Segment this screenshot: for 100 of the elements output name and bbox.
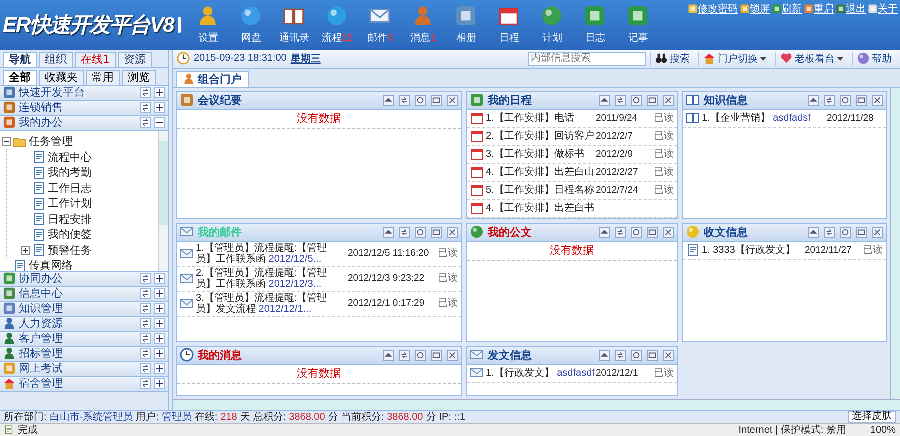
maximize-button[interactable]: [856, 94, 867, 106]
item-title[interactable]: 1.【工作安排】电话: [486, 112, 594, 124]
maximize-button[interactable]: [647, 94, 658, 106]
tree-item[interactable]: 日程安排: [48, 212, 92, 226]
accordion-header[interactable]: 网上考试: [0, 362, 168, 377]
swap-button[interactable]: [140, 363, 151, 374]
item-title[interactable]: 5.【工作安排】日程名称: [486, 184, 594, 196]
section-title[interactable]: 知识管理: [19, 301, 137, 316]
header-link[interactable]: 重启: [804, 2, 834, 16]
item-title[interactable]: 4.【工作安排】出差白山: [486, 166, 594, 178]
item-title[interactable]: 3.【管理员】流程提醒:【管理员】发文流程 2012/12/1...: [196, 292, 346, 315]
collapse-icon[interactable]: [2, 137, 11, 146]
settings-button[interactable]: [840, 226, 851, 238]
swap-button[interactable]: [140, 288, 151, 300]
settings-button[interactable]: [415, 94, 426, 106]
section-title[interactable]: 信息中心: [19, 286, 137, 302]
collapse-button[interactable]: [599, 350, 610, 361]
expand-icon[interactable]: [21, 246, 30, 254]
portal-tab[interactable]: 组合门户: [176, 70, 249, 87]
swap-button[interactable]: [140, 348, 151, 360]
accordion-header[interactable]: 快速开发平台: [0, 86, 168, 101]
toolbar-button[interactable]: 搜索: [650, 52, 694, 66]
close-button[interactable]: [872, 226, 883, 238]
section-title[interactable]: 宿舍管理: [19, 376, 137, 392]
accordion-header[interactable]: 知识管理: [0, 302, 168, 317]
sidebar-tab[interactable]: 导航: [3, 52, 37, 67]
nav-button[interactable]: 流程22: [316, 0, 359, 50]
maximize-button[interactable]: [431, 226, 442, 238]
section-title[interactable]: 客户管理: [19, 331, 137, 346]
section-title[interactable]: 人力资源: [19, 316, 137, 332]
accordion-header[interactable]: 我的办公: [0, 116, 168, 131]
nav-button[interactable]: 通讯录: [272, 0, 316, 50]
maximize-button[interactable]: [856, 226, 867, 238]
settings-button[interactable]: [631, 226, 642, 238]
section-title[interactable]: 协同办公: [19, 271, 137, 286]
swap-button[interactable]: [140, 102, 151, 114]
settings-button[interactable]: [631, 350, 642, 361]
section-title[interactable]: 我的办公: [19, 115, 137, 130]
sidebar-tab[interactable]: 资源: [118, 52, 152, 67]
swap-button[interactable]: [140, 117, 151, 128]
toolbar-button[interactable]: 帮助: [852, 52, 896, 66]
accordion-header[interactable]: 招标管理: [0, 346, 168, 362]
close-button[interactable]: [447, 226, 458, 238]
nav-button[interactable]: 计划: [530, 0, 574, 50]
filter-tab[interactable]: 浏览: [122, 70, 156, 85]
close-button[interactable]: [663, 350, 674, 361]
tree-item[interactable]: 传真网络: [29, 258, 73, 271]
swap-button[interactable]: [140, 87, 151, 98]
header-link[interactable]: 修改密码: [688, 2, 738, 16]
sidebar-tab[interactable]: 在线1: [75, 52, 116, 67]
swap-button[interactable]: [140, 273, 151, 284]
accordion-header[interactable]: 客户管理: [0, 332, 168, 347]
nav-button[interactable]: 相册: [444, 0, 488, 50]
toolbar-button[interactable]: 门户切换: [698, 52, 771, 66]
item-title[interactable]: 1.【行政发文】 asdfasdf: [486, 368, 594, 379]
maximize-button[interactable]: [647, 226, 658, 238]
tree-item[interactable]: 任务管理: [29, 134, 73, 149]
maximize-button[interactable]: [431, 94, 442, 106]
swap-button[interactable]: [140, 333, 151, 344]
maximize-button[interactable]: [431, 350, 442, 361]
accordion-header[interactable]: 协同办公: [0, 272, 168, 287]
scrollbar[interactable]: [158, 130, 168, 271]
nav-button[interactable]: 网盘: [230, 0, 273, 50]
section-title[interactable]: 快速开发平台: [19, 85, 137, 100]
close-button[interactable]: [447, 350, 458, 361]
tree-item[interactable]: 我的便签: [48, 227, 92, 242]
swap-button[interactable]: [140, 378, 151, 390]
nav-button[interactable]: 日程: [488, 0, 531, 50]
item-title[interactable]: 1.【管理员】流程提醒:【管理员】工作联系函 2012/12/5...: [196, 242, 346, 265]
section-title[interactable]: 招标管理: [19, 346, 137, 362]
swap-button[interactable]: [140, 303, 151, 314]
tree-item[interactable]: 预警任务: [48, 242, 92, 258]
close-button[interactable]: [663, 94, 674, 106]
header-link[interactable]: 刷新: [772, 2, 802, 16]
collapse-button[interactable]: [383, 94, 394, 106]
filter-tab[interactable]: 全部: [3, 70, 37, 85]
close-button[interactable]: [872, 94, 883, 106]
section-title[interactable]: 连锁销售: [19, 100, 137, 116]
item-title[interactable]: 1. 3333【行政发文】: [702, 244, 803, 256]
filter-tab[interactable]: 常用: [86, 70, 120, 85]
settings-button[interactable]: [415, 226, 426, 238]
sidebar-tab[interactable]: 组织: [39, 52, 73, 67]
collapse-button[interactable]: [808, 94, 819, 106]
nav-button[interactable]: 邮件0: [358, 0, 402, 50]
header-link[interactable]: 锁屏: [740, 2, 770, 16]
collapse-button[interactable]: [599, 94, 610, 106]
scrollbar[interactable]: [890, 88, 900, 399]
section-title[interactable]: 网上考试: [19, 361, 137, 376]
accordion-header[interactable]: 人力资源: [0, 316, 168, 332]
collapse-button[interactable]: [808, 226, 819, 238]
item-title[interactable]: 1.【企业营销】 asdfadsf: [702, 112, 825, 124]
tree-item[interactable]: 我的考勤: [48, 165, 92, 180]
item-title[interactable]: 4.【工作安排】出差白书: [486, 202, 674, 214]
close-button[interactable]: [447, 94, 458, 106]
weekday-link[interactable]: 星期三: [290, 52, 321, 66]
nav-button[interactable]: 记事: [616, 0, 660, 50]
tree-item[interactable]: 工作计划: [48, 196, 92, 211]
search-field[interactable]: 内部信息搜索: [528, 52, 646, 66]
collapse-button[interactable]: [599, 226, 610, 238]
filter-tab[interactable]: 收藏夹: [39, 70, 84, 85]
